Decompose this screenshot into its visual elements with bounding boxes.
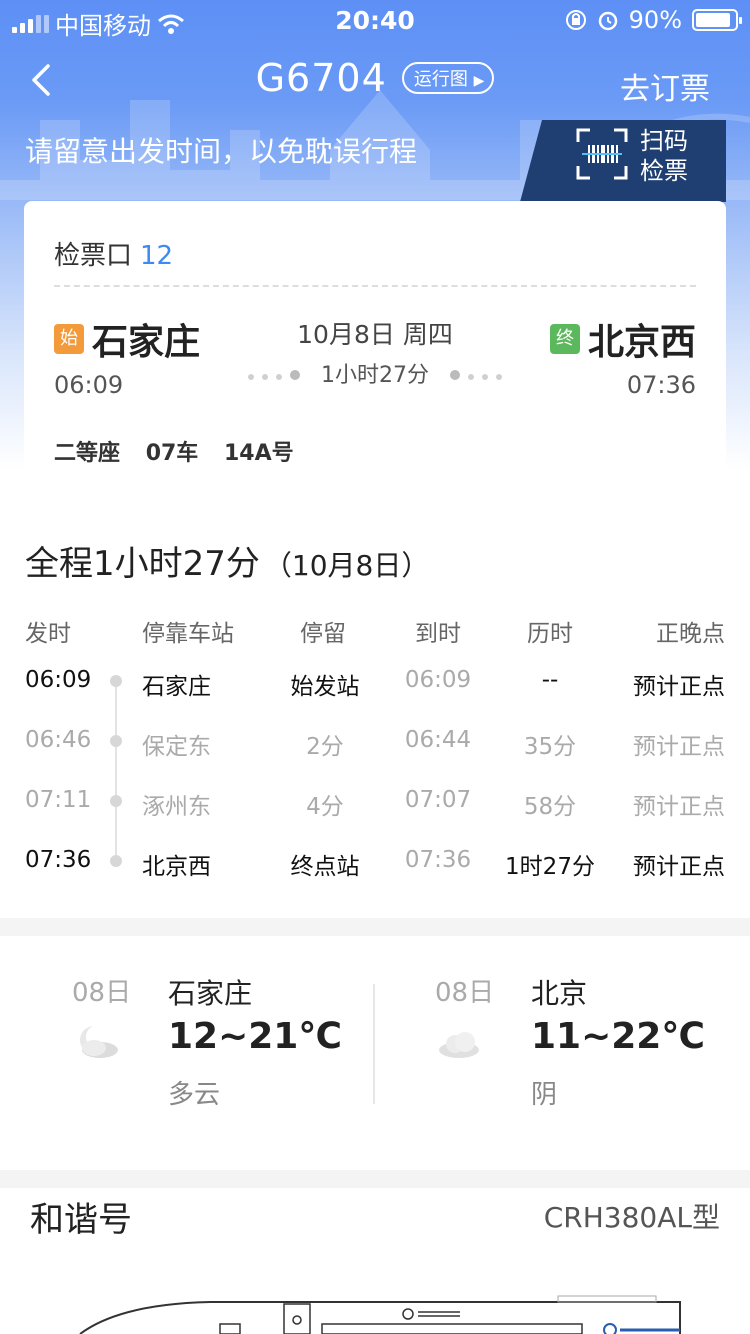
row-elapsed: 1时27分	[505, 854, 595, 880]
row-dep: 06:09	[25, 667, 92, 693]
train-number: G6704	[255, 56, 387, 100]
orientation-lock-icon	[565, 10, 586, 30]
car-number: 07车	[145, 441, 199, 466]
scan-ticket-button[interactable]: 扫码 检票	[520, 120, 726, 202]
total-duration: 全程1小时27分	[25, 544, 260, 584]
train-model: CRH380AL型	[543, 1201, 720, 1234]
weather-condition: 阴	[531, 1080, 558, 1110]
row-elapsed: 35分	[523, 734, 577, 760]
seat-info: 二等座 07车 14A号	[54, 435, 312, 467]
row-arr: 06:09	[404, 667, 472, 693]
row-stop: 始发站	[290, 674, 360, 700]
gate-number: 12	[140, 241, 174, 271]
row-arr: 07:07	[404, 787, 472, 813]
table-row: 06:09 石家庄 始发站 06:09 -- 预计正点	[0, 667, 750, 707]
row-arr: 06:44	[404, 727, 472, 753]
weather-condition: 多云	[168, 1080, 221, 1110]
barcode-scan-icon	[576, 128, 628, 180]
section-separator	[0, 918, 750, 936]
alarm-icon	[598, 11, 617, 31]
row-station: 北京西	[142, 854, 211, 880]
timeline-line	[115, 681, 117, 861]
section-separator	[0, 1170, 750, 1188]
weather-city: 石家庄	[168, 977, 253, 1010]
ticket-gate: 检票口 12	[54, 235, 173, 272]
run-chart-button[interactable]: 运行图 ▶	[401, 62, 495, 94]
seat-class: 二等座	[54, 441, 121, 466]
book-ticket-button[interactable]: 去订票	[620, 64, 710, 108]
row-station: 保定东	[142, 734, 211, 760]
notice-text: 请留意出发时间，以免耽误行程	[25, 135, 418, 168]
timetable-header: 发时 停靠车站 停留 到时 历时 正晚点	[0, 614, 750, 654]
row-dep: 07:11	[25, 787, 92, 813]
row-station: 石家庄	[142, 674, 211, 700]
header-station: 停靠车站	[142, 621, 234, 647]
train-type-name: 和谐号	[30, 1200, 132, 1240]
header-dep: 发时	[25, 621, 71, 647]
row-status: 预计正点	[633, 674, 725, 700]
dashed-divider	[54, 285, 696, 287]
row-status: 预计正点	[633, 794, 725, 820]
row-status: 预计正点	[633, 734, 725, 760]
partly-cloudy-night-icon	[80, 1025, 118, 1058]
cloudy-icon	[439, 1032, 479, 1058]
row-elapsed: 58分	[523, 794, 577, 820]
row-status: 预计正点	[633, 854, 725, 880]
departure-time: 06:09	[54, 371, 124, 399]
row-stop: 4分	[306, 794, 344, 820]
destination-station: 终北京西	[549, 313, 696, 365]
run-chart-label: 运行图	[413, 69, 468, 90]
total-date: （10月8日）	[263, 549, 430, 582]
seat-number: 14A号	[223, 441, 294, 466]
table-row: 07:36 北京西 终点站 07:36 1时27分 预计正点	[0, 847, 750, 887]
weather-day: 08日	[72, 978, 132, 1008]
weather-temp: 12~21℃	[168, 1016, 342, 1057]
battery-icon	[692, 9, 742, 31]
row-stop: 终点站	[290, 854, 360, 880]
status-bar: 中国移动 20:40 90%	[0, 0, 750, 40]
weather-destination: 08日 北京 11~22℃ 阴	[435, 968, 725, 1118]
scan-label-1: 扫码	[640, 127, 688, 155]
dots-left	[244, 361, 304, 386]
row-arr: 07:36	[404, 847, 472, 873]
arrival-time: 07:36	[626, 371, 696, 399]
header-arr: 到时	[415, 621, 461, 647]
nav-bar: G6704 运行图 ▶ 去订票	[0, 50, 750, 114]
row-dep: 06:46	[25, 727, 92, 753]
table-row: 06:46 保定东 2分 06:44 35分 预计正点	[0, 727, 750, 767]
weather-city: 北京	[531, 977, 588, 1010]
weather-divider	[373, 984, 375, 1104]
row-station: 涿州东	[142, 794, 211, 820]
row-stop: 2分	[306, 734, 344, 760]
duration-text: 1小时27分	[321, 363, 429, 388]
row-elapsed: --	[541, 667, 559, 693]
destination-name: 北京西	[587, 322, 696, 363]
weather-temp: 11~22℃	[531, 1016, 705, 1057]
total-duration-heading: 全程1小时27分 （10月8日）	[25, 536, 429, 585]
battery-percent: 90%	[628, 6, 682, 34]
header-stop: 停留	[300, 621, 346, 647]
row-dep: 07:36	[25, 847, 92, 873]
header-status: 正晚点	[656, 621, 725, 647]
header-elapsed: 历时	[527, 621, 573, 647]
dots-right	[446, 361, 506, 386]
scan-label-2: 检票	[640, 157, 688, 185]
train-illustration	[79, 1295, 681, 1334]
gate-label: 检票口	[54, 241, 133, 271]
weather-day: 08日	[435, 978, 495, 1008]
ticket-card: 检票口 12 始石家庄 10月8日 周四 1小时27分 终北京西 06:09 07…	[24, 201, 726, 501]
weather-origin: 08日 石家庄 12~21℃ 多云	[72, 968, 362, 1118]
table-row: 07:11 涿州东 4分 07:07 58分 预计正点	[0, 787, 750, 827]
end-tag: 终	[549, 324, 580, 354]
play-arrow-icon: ▶	[473, 73, 485, 89]
